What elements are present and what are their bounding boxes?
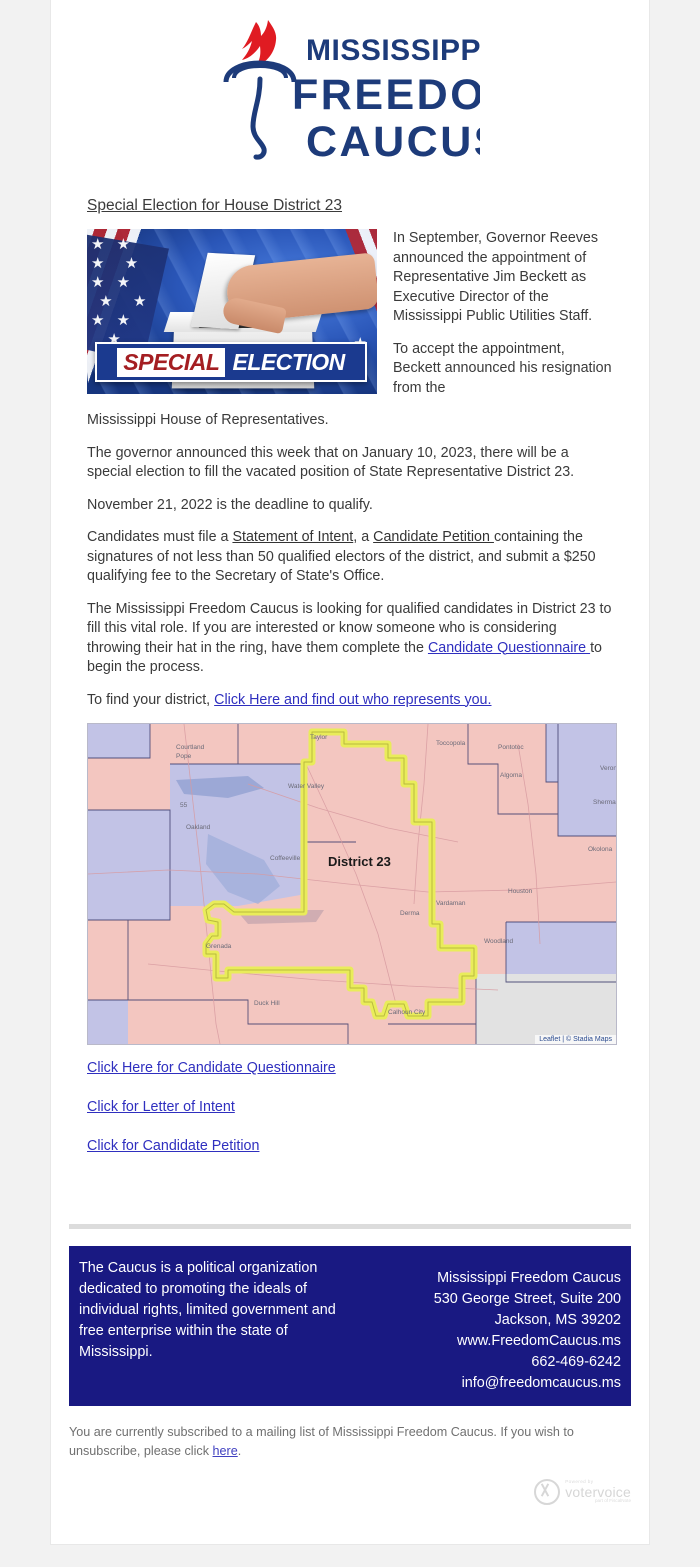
caption-election: ELECTION: [232, 348, 345, 375]
city-label: Woodland: [484, 938, 514, 945]
intro-block: ★ ★★ ★★ ★ ★ ★★ ★ ★ ★ SPECIAL ELECTION In…: [87, 229, 613, 411]
votervoice-logo[interactable]: Powered by votervoice part of FiscalNote: [534, 1479, 631, 1505]
city-label: Grenada: [206, 943, 232, 950]
candidate-questionnaire-doc-link[interactable]: Click Here for Candidate Questionnaire: [87, 1060, 336, 1076]
candidate-petition-doc-link[interactable]: Click for Candidate Petition: [87, 1138, 259, 1154]
list-item: Click for Candidate Petition: [87, 1137, 613, 1155]
contact-phone[interactable]: 662-469-6242: [360, 1352, 621, 1373]
find-your-district-link[interactable]: Click Here and find out who represents y…: [214, 692, 491, 708]
city-label: Algoma: [500, 772, 523, 779]
list-item: Click Here for Candidate Questionnaire: [87, 1059, 613, 1077]
candidate-questionnaire-link[interactable]: Candidate Questionnaire: [428, 640, 590, 656]
city-label: Courtland: [176, 744, 205, 751]
body-bottom-spacer: [87, 1176, 613, 1224]
paragraph-deadline: November 21, 2022 is the deadline to qua…: [87, 496, 373, 513]
contact-street: 530 George Street, Suite 200: [433, 1291, 621, 1307]
city-label: Oakland: [186, 824, 211, 831]
city-label: Pontotoc: [498, 744, 524, 751]
paragraph-find-district: To find your district, Click Here and fi…: [87, 691, 613, 711]
logo-line-3: CAUCUS: [306, 118, 480, 166]
article-body: Special Election for House District 23 ★…: [51, 189, 649, 1224]
special-election-image: ★ ★★ ★★ ★ ★ ★★ ★ ★ ★ SPECIAL ELECTION: [87, 229, 377, 394]
paragraph-call-for-candidates: The Mississippi Freedom Caucus is lookin…: [87, 600, 613, 678]
special-election-caption: SPECIAL ELECTION: [95, 342, 367, 382]
contact-website[interactable]: www.FreedomCaucus.ms: [360, 1331, 621, 1352]
torch-bowl-inner: [232, 63, 288, 79]
city-label: Verona: [600, 765, 617, 772]
city-label: Okolona: [588, 846, 613, 853]
footer-blocks: The Caucus is a political organization d…: [69, 1246, 631, 1406]
city-label: Pope: [176, 753, 192, 760]
footer-mission-statement: The Caucus is a political organization d…: [69, 1246, 350, 1406]
votervoice-row: Powered by votervoice part of FiscalNote: [69, 1479, 631, 1505]
p5-prefix: Candidates must file a: [87, 529, 233, 545]
contact-city-state: Jackson, MS 39202: [494, 1312, 621, 1328]
votervoice-text: Powered by votervoice part of FiscalNote: [565, 1480, 631, 1503]
footer-contact-info: Mississippi Freedom Caucus 530 George St…: [350, 1246, 631, 1406]
letter-of-intent-doc-link[interactable]: Click for Letter of Intent: [87, 1099, 235, 1115]
mississippi-freedom-caucus-logo: MISSISSIPPI FREEDOM CAUCUS: [220, 16, 480, 174]
unsub-suffix: .: [237, 1444, 242, 1458]
logo-header: MISSISSIPPI FREEDOM CAUCUS: [51, 0, 649, 189]
map-district-label: District 23: [328, 854, 391, 869]
city-label: Houston: [508, 888, 533, 895]
logo-line-2: FREEDOM: [292, 71, 480, 119]
unsub-prefix: You are currently subscribed to a mailin…: [69, 1425, 574, 1458]
city-label: Sherman: [593, 799, 617, 806]
city-label: Coffeeville: [270, 855, 301, 862]
torch-flame-icon: [242, 20, 277, 66]
logo-svg: MISSISSIPPI FREEDOM CAUCUS: [223, 20, 480, 166]
city-label: Calhoun City: [388, 1009, 426, 1016]
unsubscribe-link[interactable]: here: [213, 1444, 238, 1458]
votervoice-mark-icon: [534, 1479, 561, 1505]
caption-special: SPECIAL: [117, 347, 226, 377]
list-item: Click for Letter of Intent: [87, 1098, 613, 1116]
email-body-card: MISSISSIPPI FREEDOM CAUCUS Special Elect…: [50, 0, 650, 1545]
statement-of-intent-link[interactable]: Statement of Intent: [232, 529, 353, 545]
city-label: Vardaman: [436, 900, 466, 907]
city-label: Water Valley: [288, 783, 325, 790]
unsubscribe-notice: You are currently subscribed to a mailin…: [69, 1423, 631, 1461]
map-canvas: [88, 724, 616, 1044]
district-23-map[interactable]: District 23 Taylor Toccopola Pontotoc Co…: [87, 723, 617, 1045]
p7-prefix: To find your district,: [87, 691, 215, 708]
city-label: Duck Hill: [254, 1000, 280, 1007]
city-label: Derma: [400, 910, 420, 917]
p5-mid: , a: [353, 529, 374, 545]
document-links-list: Click Here for Candidate Questionnaire C…: [87, 1059, 613, 1155]
candidate-petition-link[interactable]: Candidate Petition: [373, 529, 494, 545]
paragraph-special-election-date: The governor announced this week that on…: [87, 444, 575, 481]
map-attribution[interactable]: Leaflet | © Stadia Maps: [535, 1035, 616, 1044]
city-label: 55: [180, 802, 188, 809]
intro-paragraph-2b: Mississippi House of Representatives.: [87, 412, 329, 428]
votervoice-name: votervoice: [565, 1484, 631, 1500]
article-title-link[interactable]: Special Election for House District 23: [87, 197, 342, 215]
contact-email[interactable]: info@freedomcaucus.ms: [360, 1373, 621, 1394]
city-label: Toccopola: [436, 740, 466, 747]
footer-divider: [69, 1224, 631, 1229]
contact-org-name: Mississippi Freedom Caucus: [437, 1270, 621, 1286]
torch-handle: [250, 76, 267, 160]
paragraph-filing-requirements: Candidates must file a Statement of Inte…: [87, 528, 613, 587]
city-label: Taylor: [310, 734, 328, 741]
logo-line-1: MISSISSIPPI: [306, 34, 480, 67]
email-page: MISSISSIPPI FREEDOM CAUCUS Special Elect…: [0, 0, 700, 1567]
